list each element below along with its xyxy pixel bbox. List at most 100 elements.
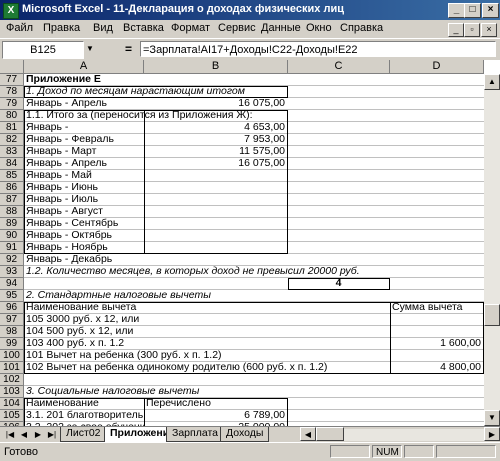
row-header[interactable]: 102 [0,374,24,386]
row-header[interactable]: 92 [0,254,24,266]
vertical-scroll-thumb[interactable] [484,304,500,326]
cell-b[interactable] [144,290,288,302]
cell-c[interactable] [288,194,390,206]
select-all-corner[interactable] [0,60,24,74]
name-box[interactable]: B125 [2,41,84,59]
name-box-dropdown-icon[interactable]: ▼ [84,41,96,57]
row-header[interactable]: 79 [0,98,24,110]
cell-c[interactable] [288,98,390,110]
menu-tools[interactable]: Сервис [218,22,256,34]
cell-c[interactable] [288,146,390,158]
tab-prev-icon[interactable]: ◀ [18,429,30,441]
row-header[interactable]: 100 [0,350,24,362]
row-header[interactable]: 96 [0,302,24,314]
tab-first-icon[interactable]: |◀ [4,429,16,441]
cell-c[interactable] [288,398,390,410]
cell-c[interactable] [288,74,390,86]
row-header[interactable]: 89 [0,218,24,230]
cell-d[interactable] [390,398,484,410]
cell-c[interactable] [288,218,390,230]
cell-d[interactable] [390,74,484,86]
cell-a[interactable]: 1.2. Количество месяцев, в которых доход… [24,266,360,278]
row-header[interactable]: 78 [0,86,24,98]
menu-format[interactable]: Формат [171,22,210,34]
row-header[interactable]: 86 [0,182,24,194]
cell-d[interactable] [390,122,484,134]
menu-file[interactable]: Файл [6,22,33,34]
menu-help[interactable]: Справка [340,22,383,34]
horizontal-scroll-thumb[interactable] [316,427,344,441]
row-header[interactable]: 84 [0,158,24,170]
row-header[interactable]: 83 [0,146,24,158]
row-header[interactable]: 95 [0,290,24,302]
cell-c[interactable] [288,374,390,386]
spreadsheet-grid[interactable]: A B C D 77 Приложение Е 78 1. Доход по меся… [0,60,500,426]
row-header[interactable]: 101 [0,362,24,374]
row-header[interactable]: 87 [0,194,24,206]
doc-close-button[interactable]: × [481,23,497,37]
row-header[interactable]: 88 [0,206,24,218]
row-header[interactable]: 77 [0,74,24,86]
cell-d[interactable] [390,170,484,182]
cell-c[interactable] [288,122,390,134]
menu-view[interactable]: Вид [93,22,113,34]
minimize-button[interactable]: _ [448,3,465,18]
row-header[interactable]: 93 [0,266,24,278]
cell-b[interactable] [144,266,288,278]
tab-last-icon[interactable]: ▶| [46,429,58,441]
cell-c[interactable] [288,170,390,182]
cell-c[interactable] [288,110,390,122]
cell-d[interactable] [390,134,484,146]
cell-c[interactable] [288,386,390,398]
cell-c[interactable] [288,134,390,146]
cell-d[interactable] [390,194,484,206]
scroll-up-icon[interactable]: ▲ [484,74,500,90]
menu-window[interactable]: Окно [306,22,332,34]
column-header-a[interactable]: A [24,60,144,74]
row-header[interactable]: 85 [0,170,24,182]
row-header[interactable]: 90 [0,230,24,242]
row-header[interactable]: 80 [0,110,24,122]
row-header[interactable]: 81 [0,122,24,134]
doc-restore-button[interactable]: ▫ [464,23,480,37]
cell-d[interactable] [390,230,484,242]
row-header[interactable]: 105 [0,410,24,422]
cell-d[interactable] [390,386,484,398]
cell-c[interactable] [288,410,390,422]
row-header[interactable]: 94 [0,278,24,290]
cell-d[interactable] [390,374,484,386]
row-header[interactable]: 97 [0,314,24,326]
cell-c[interactable] [288,158,390,170]
cell-c[interactable] [288,206,390,218]
cell-d[interactable] [390,206,484,218]
cell-c[interactable] [288,242,390,254]
menu-insert[interactable]: Вставка [123,22,164,34]
menu-edit[interactable]: Правка [43,22,80,34]
cell-d[interactable] [390,278,484,290]
sheet-tab-list02[interactable]: Лист02 [60,427,107,442]
row-header[interactable]: 91 [0,242,24,254]
cell-d[interactable] [390,182,484,194]
excel-app-icon[interactable]: X [3,3,19,19]
cell-d[interactable] [390,98,484,110]
scroll-down-icon[interactable]: ▼ [484,410,500,426]
sheet-tab-dohody[interactable]: Доходы [220,427,270,442]
maximize-button[interactable]: □ [464,3,481,18]
cell-c[interactable] [288,230,390,242]
cell-d[interactable] [390,218,484,230]
cell-c[interactable] [288,290,390,302]
cell-c[interactable] [288,182,390,194]
close-button[interactable]: × [482,3,499,18]
row-header[interactable]: 99 [0,338,24,350]
sheet-tab-zarplata[interactable]: Зарплата [166,427,224,442]
cell-d[interactable] [390,158,484,170]
formula-input[interactable]: =Зарплата!AI17+Доходы!C22-Доходы!E22 [140,41,496,57]
tab-next-icon[interactable]: ▶ [32,429,44,441]
doc-minimize-button[interactable]: _ [448,23,464,37]
row-header[interactable]: 98 [0,326,24,338]
cell-d[interactable] [390,86,484,98]
scroll-left-icon[interactable]: ◀ [300,427,316,441]
horizontal-scrollbar[interactable]: ◀ ▶ [300,427,500,441]
cell-d[interactable] [390,266,484,278]
menu-data[interactable]: Данные [261,22,301,34]
